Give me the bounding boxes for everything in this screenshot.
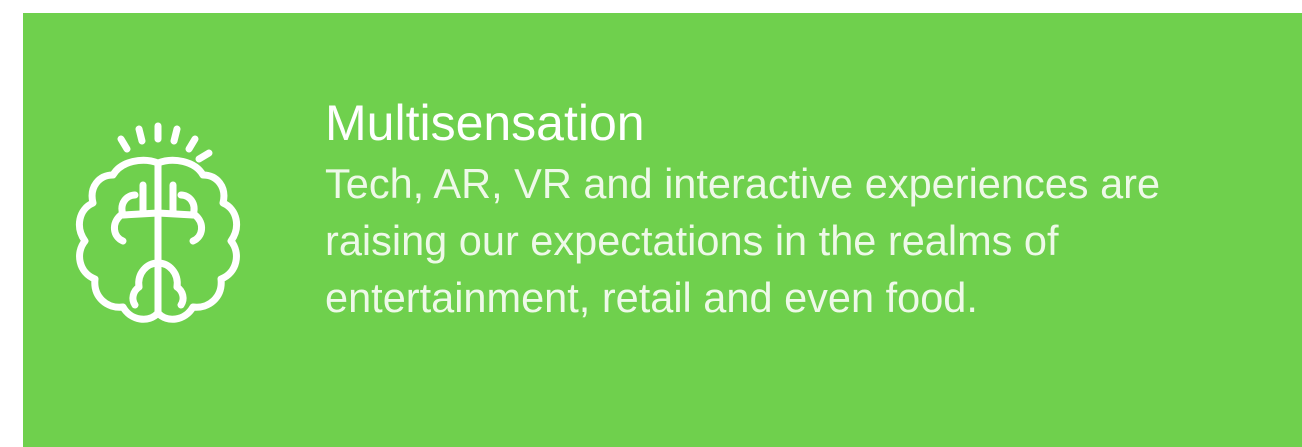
- feature-text: Multisensation Tech, AR, VR and interact…: [325, 95, 1285, 326]
- feature-card: Multisensation Tech, AR, VR and interact…: [23, 13, 1302, 447]
- brain-icon: [63, 113, 253, 343]
- feature-title: Multisensation: [325, 95, 645, 151]
- feature-description: Tech, AR, VR and interactive experiences…: [325, 160, 1161, 321]
